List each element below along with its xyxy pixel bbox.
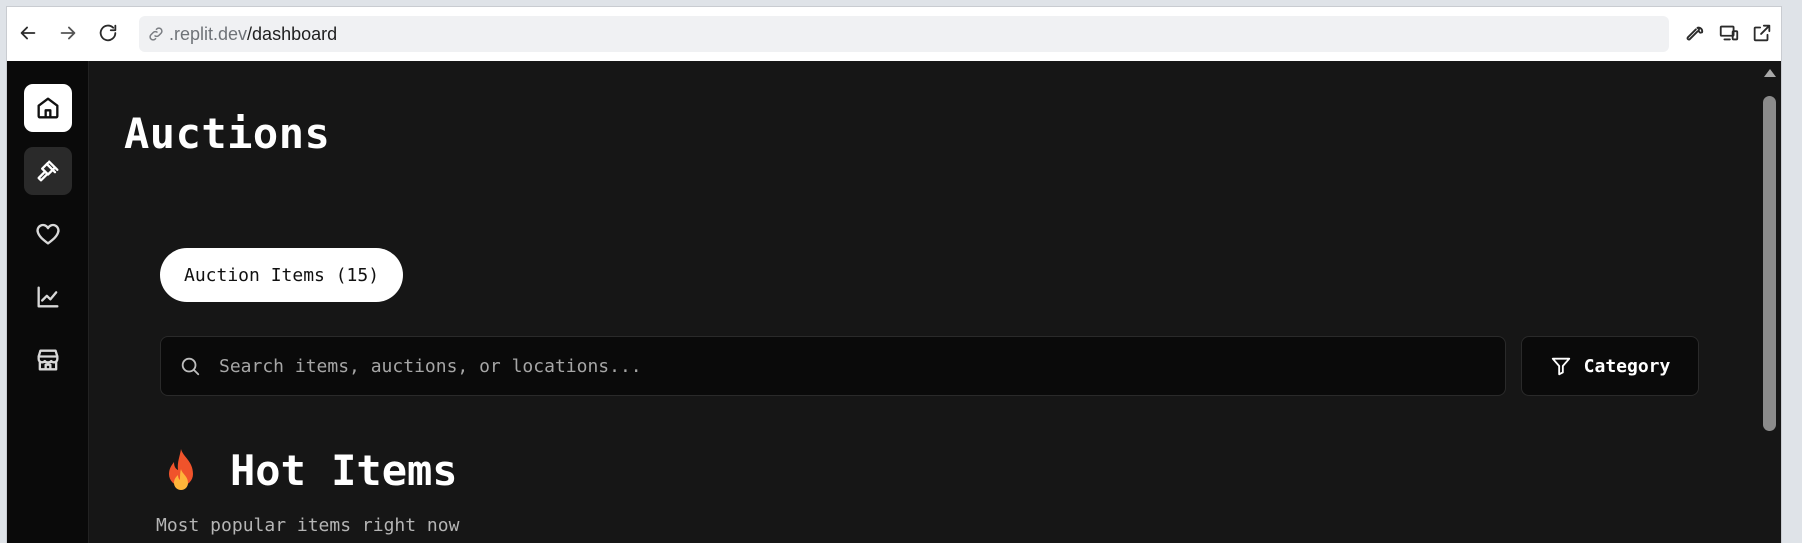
devtools-button[interactable] [1680, 18, 1710, 48]
open-external-icon [1753, 24, 1771, 42]
url-path: /dashboard [247, 23, 338, 44]
browser-toolbar: .replit.dev/dashboard [7, 7, 1781, 61]
app-area: Auctions Auction Items (15) Search items… [7, 61, 1781, 543]
sidebar-item-analytics[interactable] [24, 273, 72, 321]
browser-window: .replit.dev/dashboard Auctions Auction I… [6, 6, 1782, 543]
search-icon [181, 357, 200, 376]
scroll-thumb[interactable] [1763, 96, 1776, 431]
sidebar [7, 61, 89, 543]
home-icon [37, 97, 59, 119]
arrow-left-icon [20, 26, 36, 40]
section-heading: Hot Items [160, 446, 458, 495]
store-icon [37, 349, 59, 371]
wrench-icon [1686, 26, 1704, 41]
fire-icon [169, 448, 193, 490]
heart-icon [36, 223, 60, 245]
url-host: .replit.dev [169, 23, 248, 44]
scrollbar[interactable] [1757, 61, 1781, 543]
forward-button[interactable] [53, 18, 83, 48]
reload-button[interactable] [93, 18, 123, 48]
sidebar-item-home[interactable] [24, 84, 72, 132]
chart-icon [37, 286, 59, 308]
section-subtitle: Most popular items right now [156, 515, 460, 536]
scroll-up-arrow-icon[interactable] [1764, 69, 1776, 77]
section-title: Hot Items [230, 446, 458, 495]
open-external-button[interactable] [1747, 18, 1777, 48]
gavel-icon [37, 160, 59, 182]
search-placeholder: Search items, auctions, or locations... [219, 355, 642, 377]
search-input[interactable]: Search items, auctions, or locations... [160, 336, 1506, 396]
page-title: Auctions [124, 109, 331, 158]
devices-icon [1719, 25, 1739, 41]
filter-icon [1551, 357, 1570, 376]
reload-icon [99, 24, 117, 42]
tab-auction-items[interactable]: Auction Items (15) [160, 248, 404, 302]
sidebar-item-favorites[interactable] [24, 210, 72, 258]
sidebar-item-store[interactable] [24, 336, 72, 384]
category-button-label: Category [1583, 355, 1671, 377]
sidebar-item-auctions[interactable] [24, 147, 72, 195]
back-button[interactable] [13, 18, 43, 48]
arrow-right-icon [60, 26, 76, 40]
link-icon [149, 27, 163, 41]
address-bar[interactable]: .replit.dev/dashboard [139, 16, 1669, 52]
category-filter-button[interactable]: Category [1521, 336, 1699, 396]
devices-button[interactable] [1714, 18, 1744, 48]
main-content: Auctions Auction Items (15) Search items… [90, 61, 1738, 543]
